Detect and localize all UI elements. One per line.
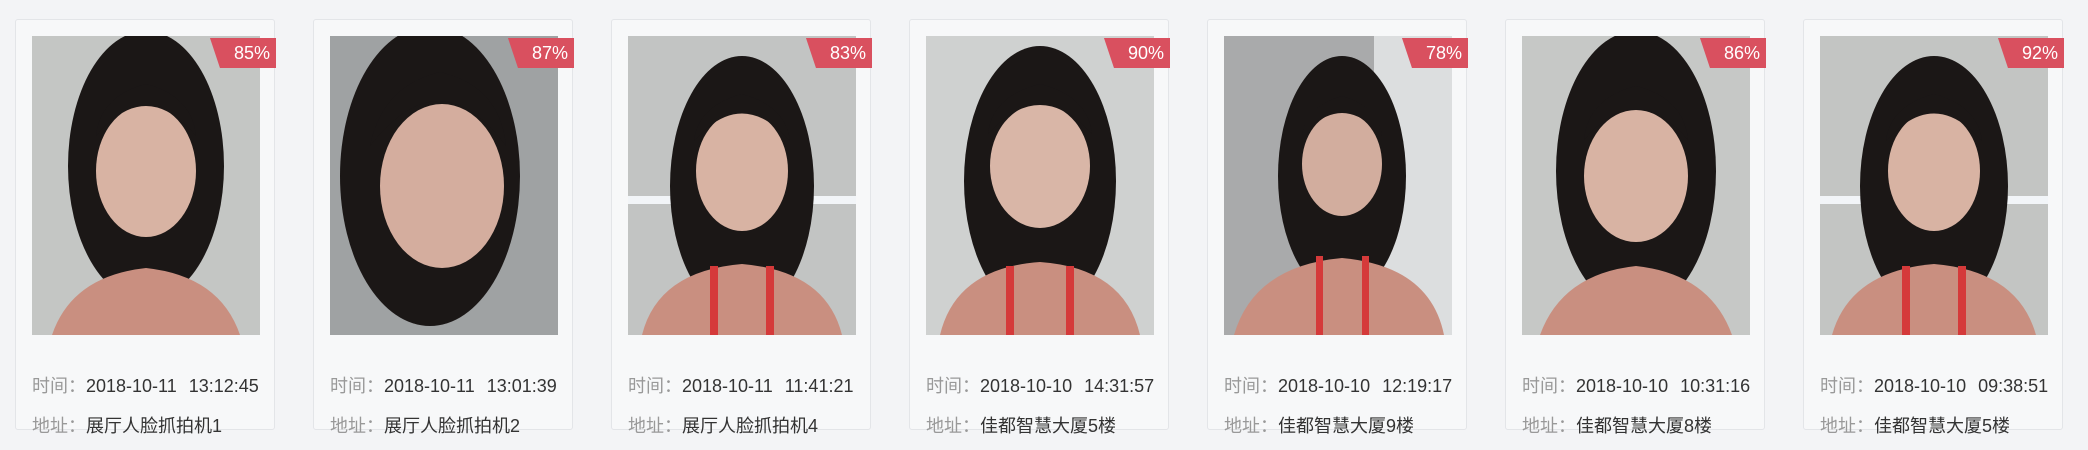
time-label: 时间： [1224, 376, 1278, 396]
capture-photo[interactable] [1522, 36, 1750, 335]
person-photo-placeholder [1820, 36, 2048, 335]
time-label: 时间： [1820, 376, 1874, 396]
capture-photo[interactable] [628, 36, 856, 335]
address-value: 佳都智慧大厦5楼 [1874, 416, 2011, 436]
capture-photo[interactable] [32, 36, 260, 335]
capture-address: 地址：佳都智慧大厦9楼 [1224, 412, 1414, 438]
address-value: 展厅人脸抓拍机4 [682, 416, 819, 436]
capture-photo[interactable] [926, 36, 1154, 335]
capture-address: 地址：佳都智慧大厦5楼 [926, 412, 1116, 438]
address-label: 地址： [628, 416, 682, 436]
time-label: 时间： [32, 376, 86, 396]
address-value: 展厅人脸抓拍机1 [86, 416, 223, 436]
person-photo-placeholder [32, 36, 260, 335]
similarity-badge: 85% [209, 38, 276, 68]
capture-date: 2018-10-10 [1278, 376, 1371, 396]
capture-time: 时间：2018-10-10 14:31:57 [926, 372, 1154, 398]
time-label: 时间： [1522, 376, 1576, 396]
capture-address: 地址：佳都智慧大厦5楼 [1820, 412, 2010, 438]
capture-clock: 12:19:17 [1382, 376, 1453, 396]
capture-time: 时间：2018-10-11 13:01:39 [330, 372, 557, 398]
face-capture-strip: 85% 时间：2018-10-11 13:12:45 地址：展厅人脸抓拍机1 87… [0, 0, 2088, 450]
capture-clock: 10:31:16 [1680, 376, 1751, 396]
capture-address: 地址：展厅人脸抓拍机4 [628, 412, 818, 438]
similarity-badge: 90% [1103, 38, 1170, 68]
capture-clock: 09:38:51 [1978, 376, 2049, 396]
capture-clock: 14:31:57 [1084, 376, 1155, 396]
capture-card[interactable]: 85% 时间：2018-10-11 13:12:45 地址：展厅人脸抓拍机1 [15, 19, 276, 436]
capture-date: 2018-10-10 [1576, 376, 1669, 396]
address-label: 地址： [1522, 416, 1576, 436]
capture-date: 2018-10-11 [682, 376, 773, 396]
address-label: 地址： [1224, 416, 1278, 436]
person-photo-placeholder [330, 36, 558, 335]
capture-clock: 13:01:39 [486, 376, 557, 396]
similarity-badge: 86% [1699, 38, 1766, 68]
capture-photo[interactable] [1820, 36, 2048, 335]
capture-card[interactable]: 87% 时间：2018-10-11 13:01:39 地址：展厅人脸抓拍机2 [313, 19, 574, 436]
capture-time: 时间：2018-10-10 12:19:17 [1224, 372, 1452, 398]
time-label: 时间： [330, 376, 384, 396]
capture-card[interactable]: 78% 时间：2018-10-10 12:19:17 地址：佳都智慧大厦9楼 [1207, 19, 1468, 436]
capture-card[interactable]: 92% 时间：2018-10-10 09:38:51 地址：佳都智慧大厦5楼 [1803, 19, 2064, 436]
address-label: 地址： [1820, 416, 1874, 436]
address-label: 地址： [330, 416, 384, 436]
capture-time: 时间：2018-10-10 10:31:16 [1522, 372, 1750, 398]
capture-card[interactable]: 83% 时间：2018-10-11 11:41:21 地址：展厅人脸抓拍机4 [611, 19, 872, 436]
similarity-badge: 83% [805, 38, 872, 68]
person-photo-placeholder [628, 36, 856, 335]
capture-card[interactable]: 86% 时间：2018-10-10 10:31:16 地址：佳都智慧大厦8楼 [1505, 19, 1766, 436]
time-label: 时间： [926, 376, 980, 396]
address-value: 展厅人脸抓拍机2 [384, 416, 521, 436]
person-photo-placeholder [1522, 36, 1750, 335]
similarity-badge: 78% [1401, 38, 1468, 68]
capture-address: 地址：佳都智慧大厦8楼 [1522, 412, 1712, 438]
similarity-badge: 87% [507, 38, 574, 68]
capture-date: 2018-10-10 [1874, 376, 1967, 396]
capture-card[interactable]: 90% 时间：2018-10-10 14:31:57 地址：佳都智慧大厦5楼 [909, 19, 1170, 436]
address-value: 佳都智慧大厦9楼 [1278, 416, 1415, 436]
capture-clock: 11:41:21 [784, 376, 854, 396]
capture-date: 2018-10-11 [384, 376, 475, 396]
capture-address: 地址：展厅人脸抓拍机2 [330, 412, 520, 438]
person-photo-placeholder [1224, 36, 1452, 335]
capture-photo[interactable] [330, 36, 558, 335]
person-photo-placeholder [926, 36, 1154, 335]
address-label: 地址： [32, 416, 86, 436]
capture-time: 时间：2018-10-11 11:41:21 [628, 372, 853, 398]
address-label: 地址： [926, 416, 980, 436]
capture-photo[interactable] [1224, 36, 1452, 335]
capture-date: 2018-10-11 [86, 376, 177, 396]
capture-clock: 13:12:45 [188, 376, 259, 396]
capture-time: 时间：2018-10-11 13:12:45 [32, 372, 259, 398]
similarity-badge: 92% [1997, 38, 2064, 68]
capture-address: 地址：展厅人脸抓拍机1 [32, 412, 222, 438]
capture-date: 2018-10-10 [980, 376, 1073, 396]
time-label: 时间： [628, 376, 682, 396]
address-value: 佳都智慧大厦5楼 [980, 416, 1117, 436]
capture-time: 时间：2018-10-10 09:38:51 [1820, 372, 2048, 398]
address-value: 佳都智慧大厦8楼 [1576, 416, 1713, 436]
